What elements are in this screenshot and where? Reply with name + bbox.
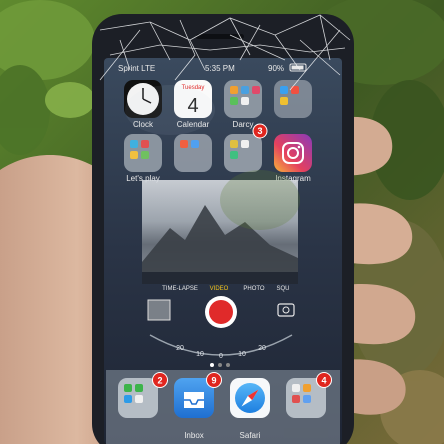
page-dots bbox=[210, 363, 230, 367]
dial-tick-2: 10 bbox=[196, 351, 204, 358]
status-bar: Sprint LTE 5:35 PM 90% bbox=[118, 63, 307, 73]
dial-tick-5: 20 bbox=[258, 345, 266, 352]
dock-folder-2-badge: 4 bbox=[321, 376, 326, 386]
photo-canvas: Sprint LTE 5:35 PM 90% Clock Tuesday 4 C… bbox=[0, 0, 444, 444]
photo-scene: Sprint LTE 5:35 PM 90% Clock Tuesday 4 C… bbox=[0, 0, 444, 444]
folder-icon bbox=[174, 134, 212, 172]
mode-time-lapse[interactable]: TIME-LAPSE bbox=[162, 286, 198, 292]
dock-folder-2[interactable]: 4 bbox=[284, 372, 332, 439]
record-icon bbox=[209, 300, 233, 324]
glare-reflection bbox=[125, 85, 215, 135]
mode-video[interactable]: VIDEO bbox=[210, 286, 229, 292]
instagram-icon bbox=[274, 134, 312, 172]
folder-icon bbox=[224, 134, 262, 172]
lets-play-folder[interactable]: Let's play bbox=[124, 134, 162, 183]
row2-folder-b[interactable] bbox=[174, 134, 212, 172]
dial-tick-4: 10 bbox=[238, 351, 246, 358]
mode-photo[interactable]: PHOTO bbox=[243, 286, 265, 292]
row2-folder-badge: 3 bbox=[257, 126, 262, 136]
darcy-folder-label: Darcy bbox=[233, 120, 254, 129]
dial-tick-1: 20 bbox=[176, 345, 184, 352]
dock-folder-1-badge: 2 bbox=[157, 376, 162, 386]
safari-label: Safari bbox=[240, 431, 261, 440]
inbox-badge: 9 bbox=[211, 376, 216, 386]
status-time: 5:35 PM bbox=[205, 64, 235, 73]
photo-thumbnail[interactable] bbox=[147, 299, 171, 321]
inbox-label: Inbox bbox=[184, 431, 204, 440]
folder-icon bbox=[274, 80, 312, 118]
mode-square[interactable]: SQU bbox=[276, 286, 289, 292]
dial-tick-3: 0 bbox=[219, 353, 223, 360]
status-battery-text: 90% bbox=[268, 64, 284, 73]
glare-reflection bbox=[220, 170, 300, 230]
top-right-folder[interactable] bbox=[274, 80, 312, 118]
status-carrier: Sprint LTE bbox=[118, 64, 155, 73]
